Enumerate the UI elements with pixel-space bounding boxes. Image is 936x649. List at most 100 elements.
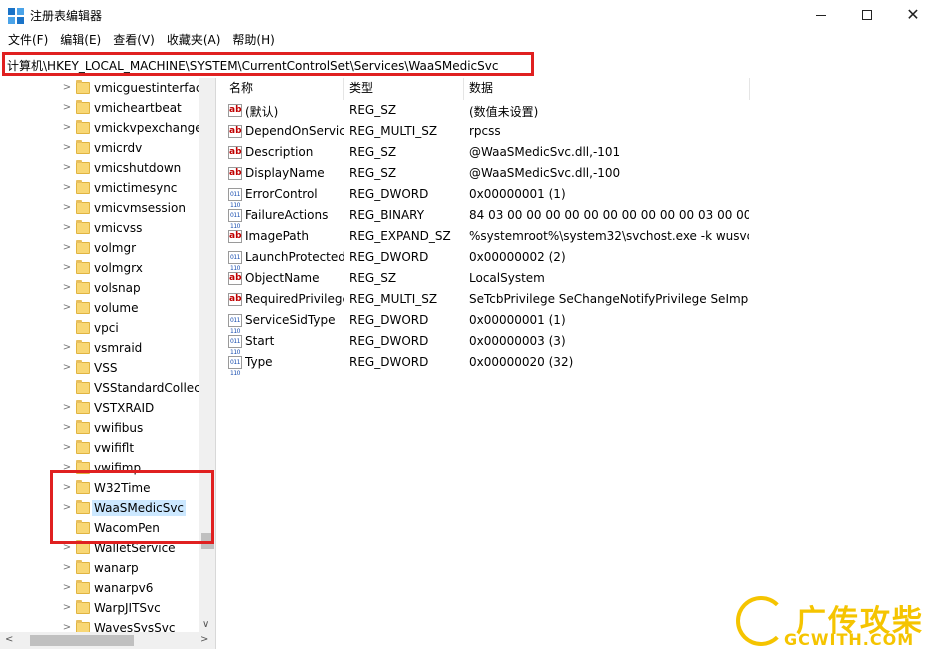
folder-icon <box>76 280 90 294</box>
tree-item[interactable]: > vmicvss <box>0 218 200 238</box>
column-header-type[interactable]: 类型 <box>344 78 464 100</box>
value-row[interactable]: abRequiredPrivileges REG_MULTI_SZ SeTcbPri… <box>224 289 936 310</box>
folder-icon <box>76 580 90 594</box>
column-header-data[interactable]: 数据 <box>464 78 750 100</box>
chevron-right-icon[interactable]: > <box>62 83 72 93</box>
tree-item[interactable]: > vwifibus <box>0 418 200 438</box>
folder-icon <box>76 560 90 574</box>
value-data: LocalSystem <box>469 271 545 285</box>
scroll-down-icon[interactable]: ∨ <box>202 619 209 630</box>
value-name: Start <box>245 334 275 348</box>
value-row[interactable]: 011 110 ErrorControl REG_DWORD 0x00000001 (… <box>224 184 936 209</box>
chevron-right-icon[interactable]: > <box>62 143 72 153</box>
tree-item[interactable]: > volume <box>0 298 200 318</box>
tree-item[interactable]: > wanarp <box>0 558 200 578</box>
scroll-right-icon[interactable]: > <box>200 634 208 645</box>
value-row[interactable]: 011 110 LaunchProtected REG_DWORD 0x0000000… <box>224 247 936 272</box>
value-row[interactable]: 011 110 Start REG_DWORD 0x00000003 (3) <box>224 331 936 356</box>
chevron-right-icon[interactable]: > <box>62 123 72 133</box>
chevron-right-icon[interactable]: > <box>62 183 72 193</box>
chevron-right-icon[interactable]: > <box>62 343 72 353</box>
tree-item[interactable]: > vmicguestinterface <box>0 78 210 98</box>
tree-horizontal-scrollbar[interactable]: < > <box>0 632 215 649</box>
chevron-right-icon[interactable]: > <box>62 223 72 233</box>
tree-item[interactable]: > vmickvpexchange <box>0 118 203 138</box>
menu-view[interactable]: 查看(V) <box>107 30 161 50</box>
address-bar[interactable]: 计算机\HKEY_LOCAL_MACHINE\SYSTEM\CurrentCon… <box>2 52 534 76</box>
tree-item[interactable]: > vwififlt <box>0 438 200 458</box>
menu-favorites[interactable]: 收藏夹(A) <box>161 30 227 50</box>
tree-item-label: vmickvpexchange <box>94 121 203 135</box>
string-value-icon: ab <box>228 272 242 285</box>
close-button[interactable]: ✕ <box>890 0 936 30</box>
tree-vertical-scrollbar[interactable]: ∨ <box>199 78 215 632</box>
tree-item[interactable]: > vsmraid <box>0 338 200 358</box>
chevron-right-icon[interactable]: > <box>62 283 72 293</box>
value-row[interactable]: 011 110 Type REG_DWORD 0x00000020 (32) <box>224 352 936 377</box>
menu-help[interactable]: 帮助(H) <box>226 30 280 50</box>
tree-item[interactable]: > VSTXRAID <box>0 398 200 418</box>
minimize-button[interactable] <box>798 0 844 30</box>
tree-item[interactable]: > VSS <box>0 358 200 378</box>
chevron-right-icon[interactable]: > <box>62 243 72 253</box>
chevron-right-icon[interactable]: > <box>62 203 72 213</box>
tree-item-label: vmicvss <box>94 221 143 235</box>
tree-item-label: volume <box>94 301 139 315</box>
folder-icon <box>76 300 90 314</box>
value-row[interactable]: 011 110 FailureActions REG_BINARY 84 03 00 … <box>224 205 936 230</box>
value-row[interactable]: 011 110 ServiceSidType REG_DWORD 0x00000001… <box>224 310 936 335</box>
chevron-right-icon[interactable]: > <box>62 163 72 173</box>
value-data: 0x00000003 (3) <box>469 334 566 348</box>
chevron-right-icon[interactable]: > <box>62 583 72 593</box>
tree-item-label: wanarp <box>94 561 139 575</box>
value-name: ErrorControl <box>245 187 318 201</box>
folder-icon <box>76 420 90 434</box>
tree-item[interactable]: > WarpJITSvc <box>0 598 200 618</box>
value-row[interactable]: ab ImagePath REG_EXPAND_SZ %systemroot%\sys… <box>224 226 936 247</box>
chevron-right-icon[interactable]: > <box>62 363 72 373</box>
folder-icon <box>76 200 90 214</box>
chevron-right-icon[interactable]: > <box>62 563 72 573</box>
key-tree[interactable]: > vmicguestinterface > vmicheartbeat > vmickv… <box>0 78 216 649</box>
value-type: REG_SZ <box>349 166 397 180</box>
tree-hscroll-thumb[interactable] <box>30 635 134 646</box>
tree-item[interactable]: > vmicvmsession <box>0 198 200 218</box>
value-row[interactable]: ab DependOnService REG_MULTI_SZ rpcss <box>224 121 936 142</box>
value-data: (数值未设置) <box>469 105 539 119</box>
value-type: REG_MULTI_SZ <box>349 124 438 138</box>
tree-item[interactable]: > vmicheartbeat <box>0 98 200 118</box>
value-row[interactable]: ab Description REG_SZ @WaaSMedicSvc.dll,-10… <box>224 142 936 163</box>
minimize-icon <box>816 14 826 16</box>
maximize-button[interactable] <box>844 0 890 30</box>
tree-item[interactable]: > wanarpv6 <box>0 578 200 598</box>
value-data: 0x00000001 (1) <box>469 187 566 201</box>
values-list[interactable]: 名称 类型 数据 ab (默认) REG_SZ (数值未设置) ab DependOnSe… <box>224 78 936 649</box>
chevron-right-icon[interactable]: > <box>62 103 72 113</box>
value-name: ObjectName <box>245 271 320 285</box>
menu-edit[interactable]: 编辑(E) <box>54 30 107 50</box>
value-name: RequiredPrivileges <box>245 292 344 306</box>
value-row[interactable]: ab ObjectName REG_SZ LocalSystem <box>224 268 936 289</box>
chevron-right-icon[interactable]: > <box>62 303 72 313</box>
value-row[interactable]: ab DisplayName REG_SZ @WaaSMedicSvc.dll,-10… <box>224 163 936 184</box>
chevron-right-icon[interactable]: > <box>62 263 72 273</box>
tree-item[interactable]: > volmgrx <box>0 258 200 278</box>
chevron-right-icon[interactable]: > <box>62 403 72 413</box>
menu-file[interactable]: 文件(F) <box>2 30 54 50</box>
chevron-right-icon[interactable]: > <box>62 603 72 613</box>
tree-item[interactable]: > volmgr <box>0 238 200 258</box>
tree-item[interactable]: > vmictimesync <box>0 178 200 198</box>
tree-item[interactable]: > vmicrdv <box>0 138 200 158</box>
tree-item[interactable]: vpci <box>0 318 200 338</box>
chevron-right-icon[interactable]: > <box>62 543 72 553</box>
tree-item[interactable]: > vmicshutdown <box>0 158 200 178</box>
tree-item[interactable]: VSStandardCollector <box>0 378 215 398</box>
chevron-right-icon[interactable]: > <box>62 443 72 453</box>
title-bar: 注册表编辑器 ✕ <box>0 0 936 30</box>
chevron-right-icon[interactable]: > <box>62 423 72 433</box>
value-type: REG_EXPAND_SZ <box>349 229 451 243</box>
column-header-name[interactable]: 名称 <box>224 78 344 100</box>
value-row[interactable]: ab (默认) REG_SZ (数值未设置) <box>224 100 936 121</box>
tree-item[interactable]: > volsnap <box>0 278 200 298</box>
scroll-left-icon[interactable]: < <box>5 634 13 645</box>
